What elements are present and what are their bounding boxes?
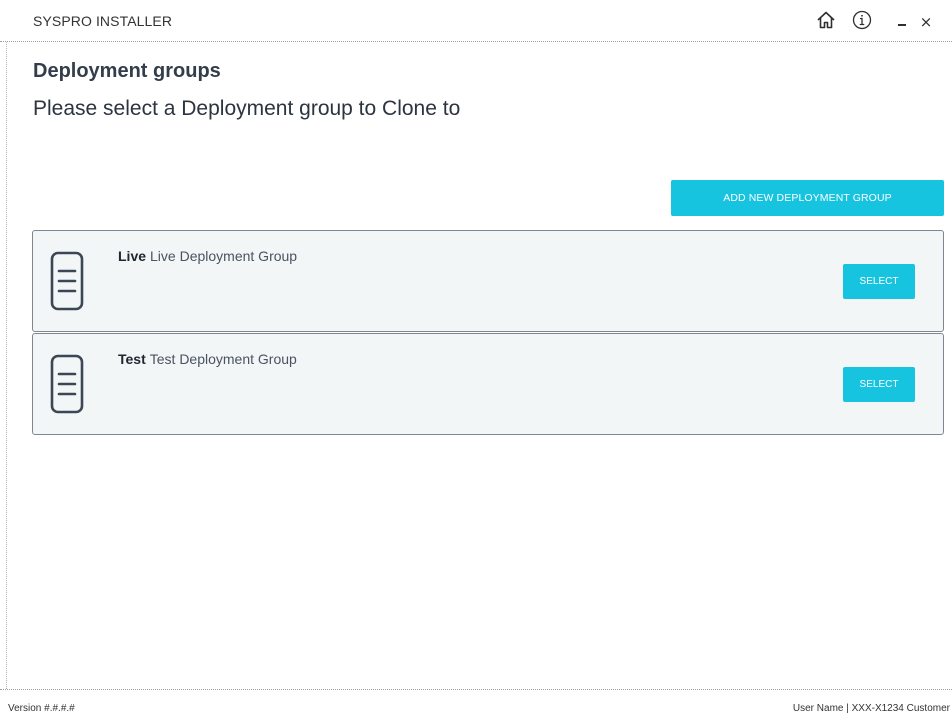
group-name: Test: [118, 351, 146, 367]
add-deployment-group-button[interactable]: ADD NEW DEPLOYMENT GROUP: [671, 180, 944, 216]
window-left-border: [6, 42, 7, 689]
installer-window: SYSPRO INSTALLER × Deployment groups Ple…: [0, 0, 952, 722]
app-title: SYSPRO INSTALLER: [33, 13, 173, 29]
group-description: Live Deployment Group: [150, 248, 298, 264]
close-glyph: ×: [919, 12, 933, 31]
info-icon[interactable]: [850, 8, 874, 32]
deployment-group-card-test: Test Test Deployment Group SELECT: [32, 333, 944, 435]
page-title: Deployment groups: [33, 60, 221, 82]
select-test-button[interactable]: SELECT: [843, 367, 915, 402]
deployment-group-card-live: Live Live Deployment Group SELECT: [32, 230, 944, 332]
status-bar: Version #.#.#.# User Name | XXX-X1234 Cu…: [0, 689, 952, 722]
group-label: Test Test Deployment Group: [118, 351, 297, 367]
select-live-button[interactable]: SELECT: [843, 264, 915, 299]
page-subtitle: Please select a Deployment group to Clon…: [33, 97, 461, 120]
version-label: Version #.#.#.#: [8, 703, 75, 714]
group-description: Test Deployment Group: [149, 351, 297, 367]
minimize-icon[interactable]: [893, 8, 911, 32]
minimize-bar: [898, 24, 906, 26]
group-name: Live: [118, 248, 147, 264]
title-bar: SYSPRO INSTALLER ×: [0, 0, 952, 42]
document-icon: [50, 354, 84, 414]
user-info: User Name | XXX-X1234 Customer: [792, 703, 950, 714]
document-icon: [50, 251, 84, 311]
close-icon[interactable]: ×: [917, 8, 935, 32]
home-icon[interactable]: [814, 8, 838, 32]
group-label: Live Live Deployment Group: [118, 248, 297, 264]
